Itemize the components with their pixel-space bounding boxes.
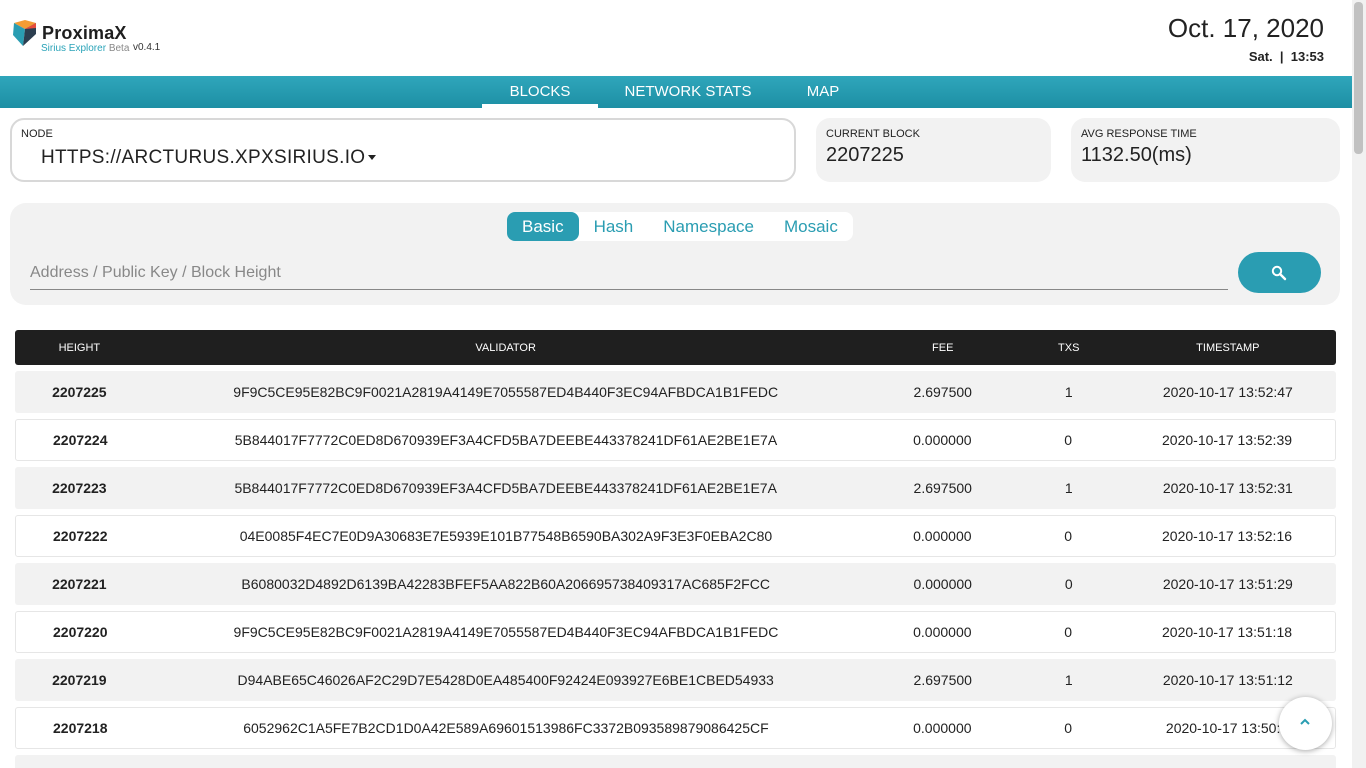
- cell-fee: 0.000000: [913, 624, 972, 640]
- cell-validator[interactable]: 5B844017F7772C0ED8D670939EF3A4CFD5BA7DEE…: [144, 480, 868, 496]
- current-block-card: CURRENT BLOCK 2207225: [816, 118, 1051, 182]
- cell-validator[interactable]: 04E0085F4EC7E0D9A30683E7E5939E101B77548B…: [145, 528, 868, 544]
- header-fee: FEE: [932, 341, 954, 354]
- cell-txs: 1: [1064, 672, 1073, 688]
- caret-down-icon: [368, 155, 377, 161]
- header-height: HEIGHT: [58, 341, 101, 354]
- cell-fee: 0.000000: [913, 432, 972, 448]
- node-url: HTTPS://ARCTURUS.XPXSIRIUS.IO: [41, 147, 366, 168]
- back-to-top-button[interactable]: [1279, 697, 1332, 750]
- nav-blocks[interactable]: BLOCKS: [482, 76, 598, 108]
- avg-response-card: AVG RESPONSE TIME 1132.50(ms): [1071, 118, 1340, 182]
- scrollbar-thumb[interactable]: [1354, 2, 1363, 154]
- tab-namespace[interactable]: Namespace: [648, 212, 769, 241]
- app-subtitle: Sirius Explorer Beta: [41, 43, 129, 54]
- avg-response-label: AVG RESPONSE TIME: [1081, 128, 1197, 140]
- brand-name: ProximaX: [42, 23, 127, 43]
- nav-network-stats[interactable]: NETWORK STATS: [618, 76, 758, 108]
- table-row[interactable]: 2207225 9F9C5CE95E82BC9F0021A2819A4149E7…: [15, 371, 1336, 413]
- header: ProximaX Sirius Explorer Beta v0.4.1 Oct…: [0, 0, 1352, 76]
- search-panel: Basic Hash Namespace Mosaic: [10, 203, 1340, 305]
- table-row[interactable]: 2207220 9F9C5CE95E82BC9F0021A2819A4149E7…: [15, 611, 1336, 653]
- header-timestamp: TIMESTAMP: [1196, 341, 1260, 354]
- table-row[interactable]: 2207219 D94ABE65C46026AF2C29D7E5428D0EA4…: [15, 659, 1336, 701]
- beta-label: Beta: [108, 43, 130, 54]
- cell-validator[interactable]: 9F9C5CE95E82BC9F0021A2819A4149E7055587ED…: [145, 624, 868, 640]
- current-block-label: CURRENT BLOCK: [826, 128, 920, 140]
- cell-validator[interactable]: B6080032D4892D6139BA42283BFEF5AA822B60A2…: [144, 576, 868, 592]
- search-button[interactable]: [1238, 252, 1321, 293]
- day-time-display: Sat. | 13:53: [1248, 49, 1324, 64]
- proximax-logo-icon[interactable]: [12, 20, 38, 48]
- table-row[interactable]: 2207222 04E0085F4EC7E0D9A30683E7E5939E10…: [15, 515, 1336, 557]
- cell-height[interactable]: 2207218: [16, 720, 145, 736]
- tab-basic[interactable]: Basic: [507, 212, 579, 241]
- cell-height[interactable]: 2207225: [15, 384, 144, 400]
- cell-txs: 1: [1064, 384, 1073, 400]
- cell-txs: 0: [1064, 720, 1073, 736]
- node-label: NODE: [21, 128, 53, 140]
- cell-validator[interactable]: 9F9C5CE95E82BC9F0021A2819A4149E7055587ED…: [144, 384, 868, 400]
- cell-height[interactable]: 2207220: [16, 624, 145, 640]
- search-icon: [1271, 265, 1287, 281]
- tab-mosaic[interactable]: Mosaic: [769, 212, 853, 241]
- table-row[interactable]: 2207221 B6080032D4892D6139BA42283BFEF5AA…: [15, 563, 1336, 605]
- cell-height[interactable]: 2207219: [15, 672, 144, 688]
- search-type-tabs: Basic Hash Namespace Mosaic: [507, 212, 853, 241]
- cell-timestamp: 2020-10-17 13:52:47: [1162, 384, 1293, 400]
- cell-txs: 0: [1064, 624, 1073, 640]
- cell-validator[interactable]: 5B844017F7772C0ED8D670939EF3A4CFD5BA7DEE…: [145, 432, 868, 448]
- cell-height[interactable]: 2207224: [16, 432, 145, 448]
- subtitle-text: Sirius Explorer: [41, 43, 107, 54]
- table-header: HEIGHT VALIDATOR FEE TXS TIMESTAMP: [15, 330, 1336, 365]
- cell-fee: 0.000000: [913, 528, 972, 544]
- cell-validator[interactable]: 6052962C1A5FE7B2CD1D0A42E589A69601513986…: [145, 720, 868, 736]
- cell-height[interactable]: 2207222: [16, 528, 145, 544]
- cell-height[interactable]: 2207221: [15, 576, 144, 592]
- cell-timestamp: 2020-10-17 13:51:18: [1162, 624, 1293, 640]
- cell-fee: 2.697500: [913, 480, 972, 496]
- table-row[interactable]: 2207224 5B844017F7772C0ED8D670939EF3A4CF…: [15, 419, 1336, 461]
- cell-timestamp: 2020-10-17 13:52:16: [1162, 528, 1293, 544]
- cell-timestamp: 2020-10-17 13:51:12: [1162, 672, 1293, 688]
- table-row[interactable]: 2207218 6052962C1A5FE7B2CD1D0A42E589A696…: [15, 707, 1336, 749]
- cell-txs: 0: [1064, 528, 1073, 544]
- header-txs: TXS: [1058, 341, 1080, 354]
- table-row[interactable]: 2207223 5B844017F7772C0ED8D670939EF3A4CF…: [15, 467, 1336, 509]
- date-display: Oct. 17, 2020: [1167, 13, 1324, 43]
- node-dropdown[interactable]: HTTPS://ARCTURUS.XPXSIRIUS.IO: [41, 147, 377, 169]
- search-input[interactable]: [30, 256, 1228, 290]
- table-row[interactable]: [15, 755, 1336, 768]
- avg-response-value: 1132.50(ms): [1081, 144, 1192, 166]
- cell-txs: 0: [1064, 432, 1073, 448]
- cell-validator[interactable]: D94ABE65C46026AF2C29D7E5428D0EA485400F92…: [144, 672, 868, 688]
- chevron-up-icon: [1300, 718, 1310, 725]
- explorer-page: ProximaX Sirius Explorer Beta v0.4.1 Oct…: [0, 0, 1366, 768]
- cell-timestamp: 2020-10-17 13:52:31: [1162, 480, 1293, 496]
- node-selector-card[interactable]: NODE HTTPS://ARCTURUS.XPXSIRIUS.IO: [10, 118, 796, 182]
- cell-fee: 2.697500: [913, 672, 972, 688]
- cell-txs: 0: [1064, 576, 1073, 592]
- cell-fee: 2.697500: [913, 384, 972, 400]
- main-nav: BLOCKS NETWORK STATS MAP: [0, 76, 1352, 108]
- current-block-value: 2207225: [826, 144, 904, 166]
- cell-height[interactable]: 2207223: [15, 480, 144, 496]
- cell-fee: 0.000000: [913, 576, 972, 592]
- cell-timestamp: 2020-10-17 13:52:39: [1162, 432, 1293, 448]
- cell-fee: 0.000000: [913, 720, 972, 736]
- cell-txs: 1: [1064, 480, 1073, 496]
- version-label: v0.4.1: [133, 42, 161, 53]
- page-scrollbar[interactable]: [1352, 0, 1366, 768]
- nav-map[interactable]: MAP: [796, 76, 850, 108]
- header-validator: VALIDATOR: [475, 341, 536, 354]
- blocks-table: HEIGHT VALIDATOR FEE TXS TIMESTAMP 22072…: [15, 330, 1336, 768]
- tab-hash[interactable]: Hash: [579, 212, 649, 241]
- cell-timestamp: 2020-10-17 13:51:29: [1162, 576, 1293, 592]
